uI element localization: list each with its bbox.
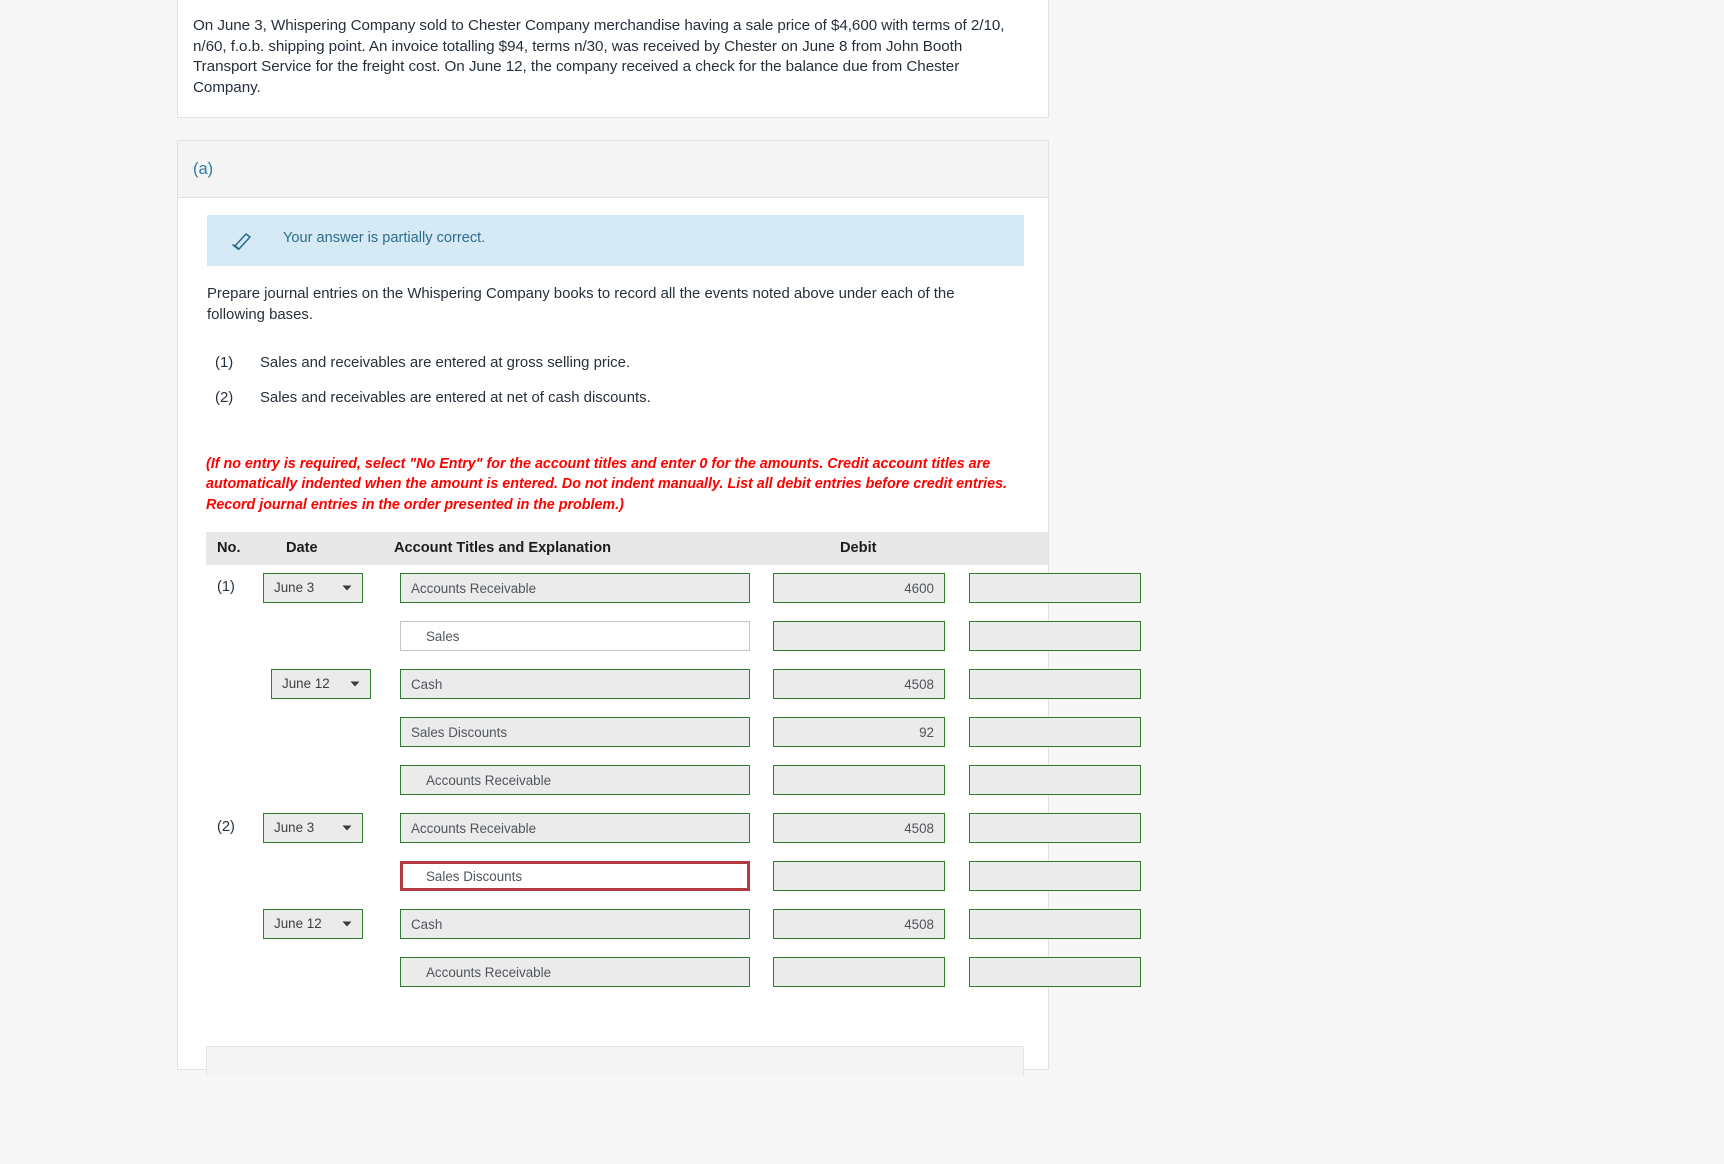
account-title-input[interactable]: Sales Discounts [400, 717, 750, 747]
credit-amount-input[interactable] [969, 765, 1141, 795]
debit-amount-input[interactable] [773, 621, 945, 651]
no-entry-note: (If no entry is required, select "No Ent… [206, 456, 1008, 513]
credit-amount-input[interactable] [969, 861, 1141, 891]
account-title-value: Accounts Receivable [411, 821, 537, 836]
account-title-input[interactable]: Accounts Receivable [400, 813, 750, 843]
table-row: Accounts Receivable [206, 949, 1186, 997]
debit-amount-value: 4508 [904, 821, 934, 836]
account-title-value: Sales Discounts [426, 869, 523, 884]
date-select[interactable]: June 3 [263, 573, 363, 603]
column-header-account: Account Titles and Explanation [394, 540, 612, 556]
table-body: (1) June 3 Accounts Receivable 4600 Sales Jun… [206, 565, 1186, 997]
account-title-input[interactable]: Accounts Receivable [400, 957, 750, 987]
account-title-value: Accounts Receivable [426, 773, 552, 788]
table-row: Sales Discounts 92 [206, 709, 1186, 757]
row-number-label: (2) [217, 819, 235, 835]
part-a-header: (a) [178, 141, 1048, 198]
date-select-value: June 3 [274, 820, 315, 835]
table-row: Sales [206, 613, 1186, 661]
debit-amount-value: 4600 [904, 581, 934, 596]
date-select[interactable]: June 12 [263, 909, 363, 939]
page-root: On June 3, Whispering Company sold to Ch… [0, 0, 1724, 1164]
part-a-card: (a) Your answer is partially correct. Pr… [177, 140, 1141, 1076]
credit-amount-input[interactable] [969, 957, 1141, 987]
debit-amount-value: 4508 [904, 677, 934, 692]
debit-amount-input[interactable] [773, 957, 945, 987]
column-header-date: Date [286, 540, 318, 556]
next-section-strip [206, 1046, 1024, 1076]
sub-item-2-text: Sales and receivables are entered at net… [260, 390, 651, 406]
problem-statement-card: On June 3, Whispering Company sold to Ch… [177, 0, 1049, 118]
journal-entry-table: No. Date Account Titles and Explanation … [206, 532, 1186, 997]
account-title-input[interactable]: Sales Discounts [400, 861, 750, 891]
instructions-text: Prepare journal entries on the Whisperin… [207, 286, 955, 323]
table-header-row: No. Date Account Titles and Explanation … [206, 532, 1048, 565]
account-title-value: Cash [411, 677, 443, 692]
table-row: (1) June 3 Accounts Receivable 4600 [206, 565, 1186, 613]
debit-amount-input[interactable]: 4508 [773, 909, 945, 939]
date-select[interactable]: June 3 [263, 813, 363, 843]
debit-amount-input[interactable]: 4600 [773, 573, 945, 603]
alert-message: Your answer is partially correct. [283, 230, 486, 246]
debit-amount-input[interactable]: 92 [773, 717, 945, 747]
sub-item-2-number: (2) [215, 390, 234, 406]
column-header-debit: Debit [840, 540, 877, 556]
column-header-no: No. [217, 540, 241, 556]
date-select-value: June 12 [282, 676, 330, 691]
account-title-value: Accounts Receivable [426, 965, 552, 980]
account-title-input[interactable]: Accounts Receivable [400, 573, 750, 603]
debit-amount-input[interactable]: 4508 [773, 669, 945, 699]
partially-correct-alert: Your answer is partially correct. [207, 215, 1024, 266]
account-title-input[interactable]: Accounts Receivable [400, 765, 750, 795]
account-title-value: Accounts Receivable [411, 581, 537, 596]
table-row: (2) June 3 Accounts Receivable 4508 [206, 805, 1186, 853]
debit-amount-value: 92 [919, 725, 934, 740]
date-select[interactable]: June 12 [271, 669, 371, 699]
debit-amount-input[interactable] [773, 861, 945, 891]
debit-amount-value: 4508 [904, 917, 934, 932]
credit-amount-input[interactable] [969, 717, 1141, 747]
credit-amount-input[interactable] [969, 621, 1141, 651]
account-title-input[interactable]: Cash [400, 669, 750, 699]
credit-amount-input[interactable] [969, 813, 1141, 843]
problem-statement-text: On June 3, Whispering Company sold to Ch… [193, 17, 1005, 96]
part-a-label: (a) [193, 160, 214, 178]
credit-amount-input[interactable] [969, 573, 1141, 603]
account-title-value: Cash [411, 917, 443, 932]
table-row: Sales Discounts [206, 853, 1186, 901]
sub-item-1-number: (1) [215, 355, 234, 371]
account-title-value: Sales [426, 629, 460, 644]
table-row: June 12 Cash 4508 [206, 661, 1186, 709]
credit-amount-input[interactable] [969, 909, 1141, 939]
date-select-value: June 12 [274, 916, 322, 931]
account-title-value: Sales Discounts [411, 725, 508, 740]
date-select-value: June 3 [274, 580, 315, 595]
debit-amount-input[interactable]: 4508 [773, 813, 945, 843]
account-title-input[interactable]: Sales [400, 621, 750, 651]
debit-amount-input[interactable] [773, 765, 945, 795]
eraser-icon [229, 231, 251, 251]
table-row: June 12 Cash 4508 [206, 901, 1186, 949]
table-row: Accounts Receivable [206, 757, 1186, 805]
row-number-label: (1) [217, 579, 235, 595]
credit-amount-input[interactable] [969, 669, 1141, 699]
sub-item-1-text: Sales and receivables are entered at gro… [260, 355, 630, 371]
account-title-input[interactable]: Cash [400, 909, 750, 939]
